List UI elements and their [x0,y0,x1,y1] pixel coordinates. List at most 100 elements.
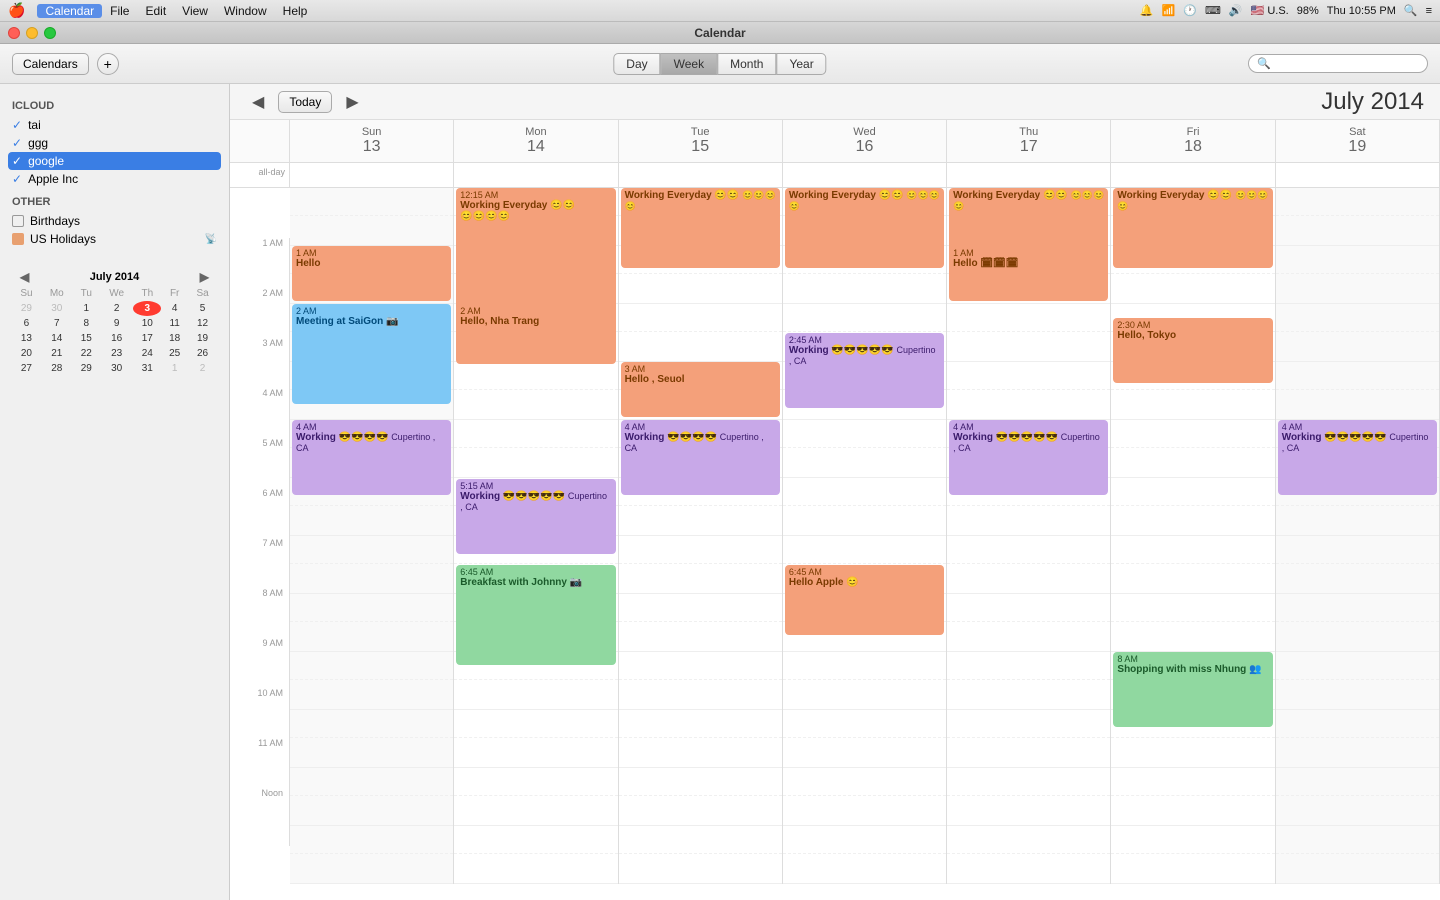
event-wed-working-everyday[interactable]: Working Everyday 😊😊 😊😊😊😊 [785,188,944,268]
search-icon: 🔍 [1257,57,1271,70]
event-tue-working-purple[interactable]: 4 AM Working 😎😎😎😎 Cupertino , CA [621,420,780,495]
mini-cal-day[interactable]: 29 [73,361,100,376]
event-sat-working-purple[interactable]: 4 AM Working 😎😎😎😎😎 Cupertino , CA [1278,420,1437,495]
event-fri-working-everyday[interactable]: Working Everyday 😊😊 😊😊😊😊 [1113,188,1272,268]
mini-cal-day[interactable]: 12 [188,316,217,331]
mini-cal-day[interactable]: 8 [73,316,100,331]
mini-cal-day[interactable]: 22 [73,346,100,361]
mini-cal-day[interactable]: 30 [100,361,133,376]
event-sun-working[interactable]: 4 AM Working 😎😎😎😎 Cupertino , CA [292,420,451,495]
mini-cal-day[interactable]: 4 [161,301,188,316]
event-title: Working 😎😎😎😎😎 [789,345,894,356]
add-calendar-button[interactable]: + [97,53,119,75]
mini-cal-day[interactable]: 6 [12,316,41,331]
event-thu-hello[interactable]: 1 AM Hello 🗓🗓🗓 [949,246,1108,301]
search-icon[interactable]: 🔍 [1404,4,1418,17]
calendars-button[interactable]: Calendars [12,53,89,75]
mini-cal-day[interactable]: 18 [161,331,188,346]
mini-cal-day[interactable]: 14 [41,331,73,346]
event-tue-working-everyday[interactable]: Working Everyday 😊😊 😊😊😊😊 [621,188,780,268]
mini-cal-day[interactable]: 28 [41,361,73,376]
event-sun-meeting[interactable]: 2 AM Meeting at SaiGon 📷 [292,304,451,404]
mini-cal-day[interactable]: 27 [12,361,41,376]
sidebar-item-tai[interactable]: ✓ tai [8,116,221,134]
event-title: Working 😎😎😎😎😎 [953,432,1058,443]
mini-cal-day[interactable]: 15 [73,331,100,346]
sidebar-item-google[interactable]: ✓ google [8,152,221,170]
prev-week-button[interactable]: ◀ [246,90,270,114]
mini-cal-day[interactable]: 7 [41,316,73,331]
list-icon[interactable]: ≡ [1426,5,1432,17]
event-fri-shopping[interactable]: 8 AM Shopping with miss Nhung 👥 [1113,652,1272,727]
mini-cal-day[interactable]: 2 [188,361,217,376]
allday-cell-sat [1276,163,1440,187]
day-tab[interactable]: Day [613,53,660,75]
sidebar-item-apple-inc[interactable]: ✓ Apple Inc [8,170,221,188]
maximize-button[interactable] [44,27,56,39]
mini-calendar: ◀ July 2014 ▶ Su Mo Tu We Th Fr Sa [8,264,221,380]
battery-level: 98% [1297,5,1319,17]
mini-cal-day-today[interactable]: 3 [133,301,161,316]
year-tab[interactable]: Year [776,53,826,75]
event-mon-working-purple[interactable]: 5:15 AM Working 😎😎😎😎😎 Cupertino , CA [456,479,615,554]
sidebar-item-ggg[interactable]: ✓ ggg [8,134,221,152]
mini-cal-day[interactable]: 26 [188,346,217,361]
mini-cal-day[interactable]: 2 [100,301,133,316]
mini-cal-day[interactable]: 1 [161,361,188,376]
mini-cal-day[interactable]: 19 [188,331,217,346]
event-thu-working-purple[interactable]: 4 AM Working 😎😎😎😎😎 Cupertino , CA [949,420,1108,495]
event-wed-hello-apple[interactable]: 6:45 AM Hello Apple 😊 [785,565,944,635]
menu-item-help[interactable]: Help [275,4,316,18]
mini-cal-day[interactable]: 24 [133,346,161,361]
event-tue-hello-seuol[interactable]: 3 AM Hello , Seuol [621,362,780,417]
event-title: Hello 🗓🗓🗓 [953,258,1018,269]
week-tab[interactable]: Week [661,53,717,75]
apple-menu[interactable]: 🍎 [8,2,25,19]
mini-cal-day[interactable]: 11 [161,316,188,331]
event-time: 1 AM [953,248,1104,258]
mini-cal-day[interactable]: 25 [161,346,188,361]
next-week-button[interactable]: ▶ [340,90,364,114]
checkbox-us-holidays[interactable] [12,233,24,245]
menu-item-file[interactable]: File [102,4,137,18]
today-button[interactable]: Today [278,91,332,113]
mini-cal-day[interactable]: 17 [133,331,161,346]
menu-item-view[interactable]: View [174,4,216,18]
event-time: 2:30 AM [1117,320,1268,330]
event-fri-hello-tokyo[interactable]: 2:30 AM Hello, Tokyo [1113,318,1272,383]
month-tab[interactable]: Month [717,53,776,75]
mini-cal-day[interactable]: 21 [41,346,73,361]
mini-cal-day[interactable]: 9 [100,316,133,331]
sidebar-item-birthdays[interactable]: Birthdays [8,212,221,230]
search-box[interactable]: 🔍 [1248,54,1428,73]
event-mon-hello-nha-trang[interactable]: 2 AM Hello, Nha Trang [456,304,615,364]
mini-cal-day[interactable]: 13 [12,331,41,346]
day-num-wed: 16 [783,138,946,156]
event-mon-breakfast[interactable]: 6:45 AM Breakfast with Johnny 📷 [456,565,615,665]
mini-cal-day[interactable]: 16 [100,331,133,346]
mini-cal-day[interactable]: 23 [100,346,133,361]
mini-cal-day[interactable]: 10 [133,316,161,331]
mini-cal-prev[interactable]: ◀ [16,270,33,284]
bluetooth-icon: ⌨ [1205,4,1221,17]
mini-cal-day[interactable]: 5 [188,301,217,316]
event-sun-hello[interactable]: 1 AM Hello [292,246,451,301]
mini-cal-day[interactable]: 29 [12,301,41,316]
close-button[interactable] [8,27,20,39]
menu-item-edit[interactable]: Edit [137,4,174,18]
mini-cal-day[interactable]: 30 [41,301,73,316]
mini-cal-day[interactable]: 20 [12,346,41,361]
mini-cal-day[interactable]: 31 [133,361,161,376]
mini-cal-day[interactable]: 1 [73,301,100,316]
mini-cal-table: Su Mo Tu We Th Fr Sa 29 30 1 2 3 4 [12,286,217,376]
event-wed-working-purple[interactable]: 2:45 AM Working 😎😎😎😎😎 Cupertino , CA [785,333,944,408]
menu-item-calendar[interactable]: Calendar [37,4,102,18]
menu-item-window[interactable]: Window [216,4,275,18]
day-column-sun: 1 AM Hello 2 AM Meeting at SaiGon 📷 4 AM… [290,188,454,884]
mini-cal-next[interactable]: ▶ [196,270,213,284]
minimize-button[interactable] [26,27,38,39]
check-icon-google: ✓ [12,154,22,168]
event-mon-working-everyday[interactable]: 12:15 AM Working Everyday 😊😊😊😊😊😊 [456,188,615,318]
sidebar-item-us-holidays[interactable]: US Holidays 📡 [8,230,221,248]
checkbox-birthdays[interactable] [12,215,24,227]
